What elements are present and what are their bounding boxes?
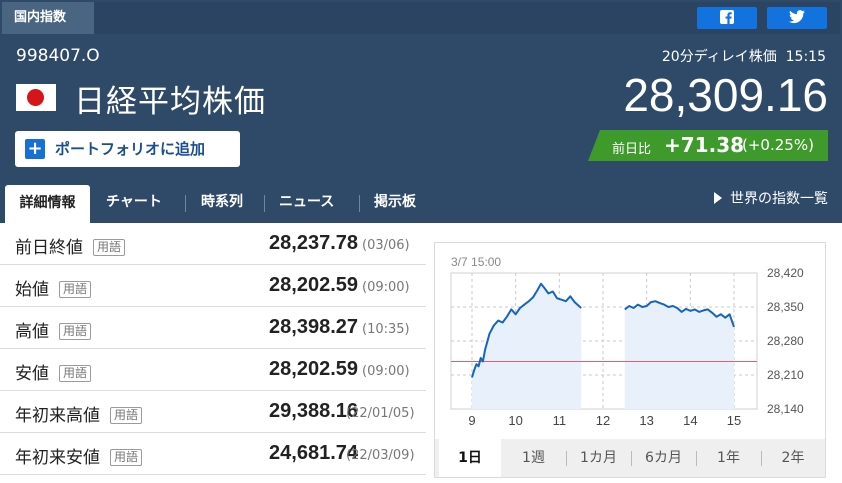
world-indices-link[interactable]: 世界の指数一覧 — [714, 188, 828, 208]
period-selector: 1日 1週 1カ月 6カ月 1年 2年 — [435, 439, 825, 477]
period-1y[interactable]: 1年 — [696, 439, 761, 477]
stat-value: 28,398.27 — [269, 316, 358, 338]
stat-row-high: 高値 用語 28,398.27 (10:35) — [0, 307, 426, 349]
stat-date: (03/06) — [362, 238, 410, 253]
stat-date: (10:35) — [362, 322, 410, 337]
change-percent: (+0.25%) — [742, 136, 814, 154]
x-tick-label: 12 — [596, 413, 610, 428]
stat-row-ytd-low: 年初来安値 用語 24,681.74 (22/03/09) — [0, 433, 426, 475]
stat-row-prev-close: 前日終値 用語 28,237.78 (03/06) — [0, 223, 426, 265]
glossary-link[interactable]: 用語 — [59, 281, 92, 298]
stats-table: 前日終値 用語 28,237.78 (03/06) 始値 用語 28,202.59 … — [0, 223, 426, 475]
index-name: 日経平均株価 — [74, 84, 266, 120]
current-price: 28,309.16 — [623, 69, 828, 121]
stat-row-open: 始値 用語 28,202.59 (09:00) — [0, 265, 426, 307]
glossary-link[interactable]: 用語 — [110, 449, 143, 466]
price-time: 15:15 — [785, 49, 826, 65]
period-6m[interactable]: 6カ月 — [631, 439, 696, 477]
period-1d[interactable]: 1日 — [439, 439, 501, 477]
x-tick-label: 14 — [683, 413, 697, 428]
stat-value: 28,202.59 — [269, 274, 358, 296]
stat-date: (09:00) — [362, 364, 410, 379]
glossary-link[interactable]: 用語 — [110, 407, 143, 424]
stat-date: (09:00) — [362, 280, 410, 295]
stat-row-ytd-high: 年初来高値 用語 29,388.16 (22/01/05) — [0, 391, 426, 433]
stat-value: 28,202.59 — [269, 358, 358, 380]
stat-label: 始値 — [15, 280, 49, 300]
stat-label: 安値 — [15, 364, 49, 384]
index-code: 998407.O — [16, 46, 100, 66]
chart-title: 3/7 15:00 — [451, 255, 501, 269]
stat-label: 前日終値 — [15, 238, 83, 258]
y-tick-label: 28,210 — [767, 368, 804, 382]
tab-details[interactable]: 詳細情報 — [5, 185, 90, 223]
tab-message-board[interactable]: 掲示板 — [374, 186, 416, 223]
facebook-share-button[interactable] — [697, 7, 757, 29]
glossary-link[interactable]: 用語 — [59, 323, 92, 340]
y-tick-label: 28,280 — [767, 334, 804, 348]
change-label: 前日比 — [612, 142, 652, 157]
x-tick-label: 13 — [639, 413, 653, 428]
period-1w[interactable]: 1週 — [501, 439, 566, 477]
stat-date: (22/03/09) — [346, 448, 415, 463]
stat-date: (22/01/05) — [346, 406, 415, 421]
glossary-link[interactable]: 用語 — [93, 239, 126, 256]
glossary-link[interactable]: 用語 — [59, 365, 92, 382]
period-1m[interactable]: 1カ月 — [566, 439, 631, 477]
japan-flag-icon — [16, 84, 56, 111]
add-to-portfolio-label: ポートフォリオに追加 — [55, 140, 206, 158]
twitter-share-button[interactable] — [767, 7, 827, 29]
category-tab[interactable]: 国内指数 — [2, 2, 94, 34]
series-area-afternoon — [624, 301, 734, 409]
plus-icon: + — [25, 139, 45, 159]
x-tick-label: 15 — [727, 413, 741, 428]
delay-info: 20分ディレイ株価 15:15 — [662, 46, 826, 66]
y-tick-label: 28,420 — [767, 266, 804, 280]
stat-value: 24,681.74 — [269, 442, 358, 464]
x-tick-label: 11 — [553, 413, 567, 428]
tab-news[interactable]: ニュース — [279, 186, 334, 223]
stat-label: 年初来高値 — [15, 406, 100, 426]
x-tick-label: 9 — [468, 413, 475, 428]
add-to-portfolio-button[interactable]: + ポートフォリオに追加 — [15, 131, 240, 167]
y-tick-label: 28,350 — [767, 300, 804, 314]
y-tick-label: 28,140 — [767, 402, 804, 416]
intraday-chart-panel: 3/7 15:00 28,420 28,350 28,280 28,210 28,140 9… — [434, 242, 826, 478]
index-header: 国内指数 998407.O 日経平均株価 + ポートフォリオに追加 20分ディレ… — [0, 0, 842, 223]
stat-value: 29,388.16 — [269, 400, 358, 422]
stat-row-low: 安値 用語 28,202.59 (09:00) — [0, 349, 426, 391]
tab-divider — [359, 195, 360, 212]
tab-divider — [264, 195, 265, 212]
delay-label: 20分ディレイ株価 — [661, 49, 777, 65]
facebook-icon — [720, 10, 734, 24]
twitter-icon — [789, 10, 805, 24]
triangle-right-icon — [714, 192, 722, 204]
stat-value: 28,237.78 — [269, 232, 358, 254]
tab-timeseries[interactable]: 時系列 — [201, 186, 243, 223]
stat-label: 高値 — [15, 322, 49, 342]
tab-divider — [185, 195, 186, 212]
stat-label: 年初来安値 — [15, 448, 100, 468]
x-tick-label: 10 — [508, 413, 522, 428]
change-amount: +71.38 — [664, 133, 745, 157]
tab-chart[interactable]: チャート — [106, 186, 162, 223]
price-change-badge: 前日比 +71.38 (+0.25%) — [588, 130, 828, 161]
intraday-chart[interactable]: 3/7 15:00 28,420 28,350 28,280 28,210 28,140 9… — [435, 243, 825, 439]
period-2y[interactable]: 2年 — [761, 439, 825, 477]
world-indices-label: 世界の指数一覧 — [730, 191, 828, 207]
